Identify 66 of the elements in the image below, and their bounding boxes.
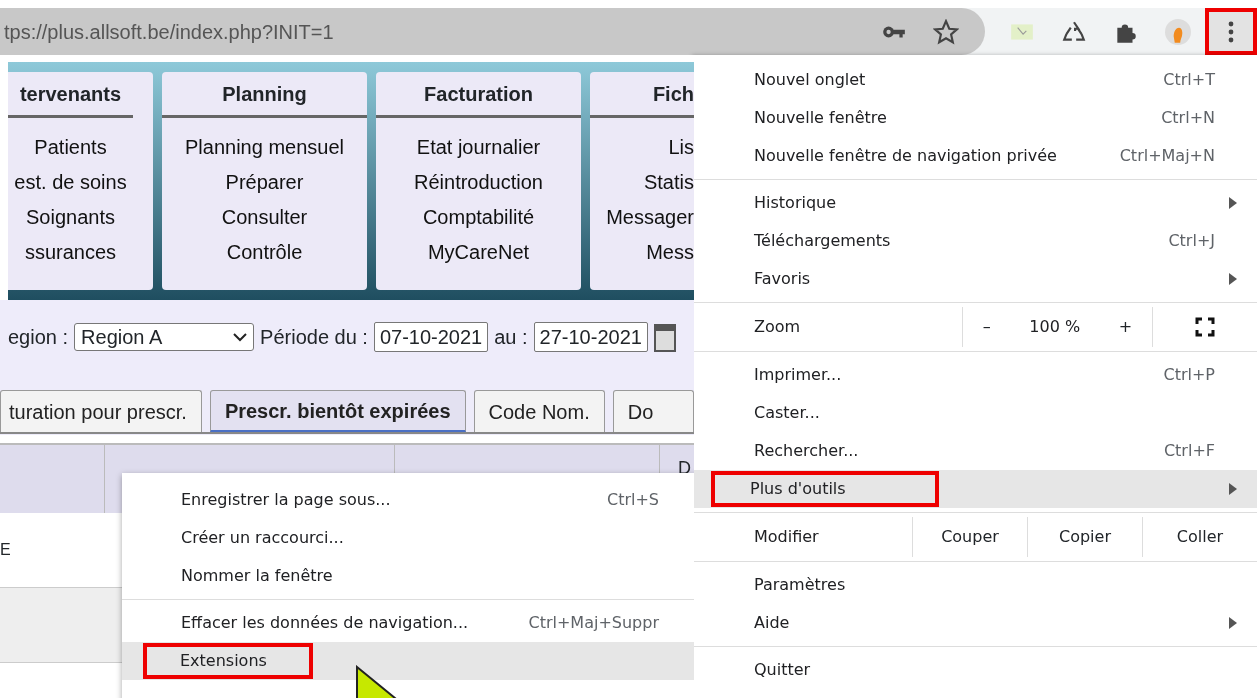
tab[interactable]: turation pour prescr.: [0, 390, 202, 432]
menu-item-label: Modifier: [754, 527, 819, 546]
edit-button[interactable]: Couper: [912, 517, 1027, 557]
nav-card-title: Planning: [162, 72, 367, 118]
menu-item[interactable]: Nouvelle fenêtre Ctrl+N: [694, 99, 1257, 137]
calendar-icon[interactable]: [653, 322, 676, 352]
submenu-arrow-icon: [1229, 273, 1237, 285]
table-cell-text: E: [0, 540, 11, 560]
submenu-arrow-icon: [1229, 617, 1237, 629]
nav-link[interactable]: Messager: [606, 200, 694, 235]
menu-item[interactable]: Caster...: [694, 394, 1257, 432]
menu-item[interactable]: Imprimer... Ctrl+P: [694, 356, 1257, 394]
star-icon[interactable]: [933, 18, 959, 45]
region-select[interactable]: Region A: [74, 323, 255, 351]
menu-item[interactable]: Aide: [694, 604, 1257, 642]
submenu-arrow-icon: [1229, 197, 1237, 209]
nav-link[interactable]: ssurances: [24, 235, 117, 270]
nav-link[interactable]: Soignants: [26, 200, 115, 235]
menu-item[interactable]: Créer un raccourci...: [122, 519, 694, 557]
nav-link[interactable]: Mess: [646, 235, 694, 270]
menu-item[interactable]: Quitter: [694, 651, 1257, 689]
menu-item[interactable]: Effacer les données de navigation... Ctrl+Maj+Suppr: [122, 604, 694, 642]
menu-item[interactable]: Extensions: [122, 642, 694, 680]
menu-item[interactable]: Téléchargements Ctrl+J: [694, 222, 1257, 260]
menu-item[interactable]: Nouvelle fenêtre de navigation privée Ctrl+Maj+N: [694, 137, 1257, 175]
zoom-in-button[interactable]: +: [1117, 314, 1134, 340]
menu-item[interactable]: Paramètres: [694, 566, 1257, 604]
tab[interactable]: Do: [612, 390, 694, 432]
region-label: egion :: [8, 325, 69, 350]
menu-item[interactable]: Favoris: [694, 260, 1257, 298]
menu-item[interactable]: Historique: [694, 184, 1257, 222]
nav-link[interactable]: Comptabilité: [422, 200, 535, 235]
nav-card-title: Facturation: [376, 72, 581, 118]
nav-link[interactable]: Patients: [34, 130, 107, 165]
nav-card-title: tervenants: [8, 72, 133, 118]
fullscreen-icon[interactable]: [1195, 317, 1215, 337]
nav-link[interactable]: Etat journalier: [416, 130, 541, 165]
nav-link[interactable]: MyCareNet: [427, 235, 530, 270]
menu-item[interactable]: Rechercher... Ctrl+F: [694, 432, 1257, 470]
tab[interactable]: Code Nom.: [473, 390, 605, 432]
more-options-icon: [1228, 20, 1234, 43]
nav-link[interactable]: Contrôle: [226, 235, 303, 270]
nav-link[interactable]: Lis: [668, 130, 694, 165]
menu-item[interactable]: Nouvel onglet Ctrl+T: [694, 61, 1257, 99]
to-label: au :: [494, 325, 528, 350]
menu-button[interactable]: [1205, 8, 1257, 55]
menu-item[interactable]: Enregistrer la page sous... Ctrl+S: [122, 481, 694, 519]
period-label: Période du :: [260, 325, 368, 350]
tab[interactable]: Prescr. bientôt expirées: [209, 390, 466, 432]
menu-item[interactable]: Plus d'outils: [694, 470, 1257, 508]
nav-link[interactable]: Planning mensuel: [185, 130, 344, 165]
edit-button[interactable]: Coller: [1142, 517, 1257, 557]
date-to-field[interactable]: 27-10-2021: [533, 322, 648, 352]
nav-link[interactable]: Statis: [643, 165, 694, 200]
nav-link[interactable]: Préparer: [225, 165, 304, 200]
zoom-level: 100 %: [1029, 316, 1081, 338]
submenu-arrow-icon: [1229, 483, 1237, 495]
edit-button[interactable]: Copier: [1027, 517, 1142, 557]
nav-link[interactable]: Réintroduction: [414, 165, 543, 200]
nav-link[interactable]: Consulter: [221, 200, 308, 235]
chevron-down-icon: [233, 332, 248, 342]
nav-link[interactable]: est. de soins: [14, 165, 127, 200]
menu-item[interactable]: Nommer la fenêtre: [122, 557, 694, 595]
zoom-out-button[interactable]: –: [981, 314, 992, 340]
date-from-field[interactable]: 07-10-2021: [373, 322, 489, 352]
menu-item-label: Zoom: [754, 317, 801, 336]
